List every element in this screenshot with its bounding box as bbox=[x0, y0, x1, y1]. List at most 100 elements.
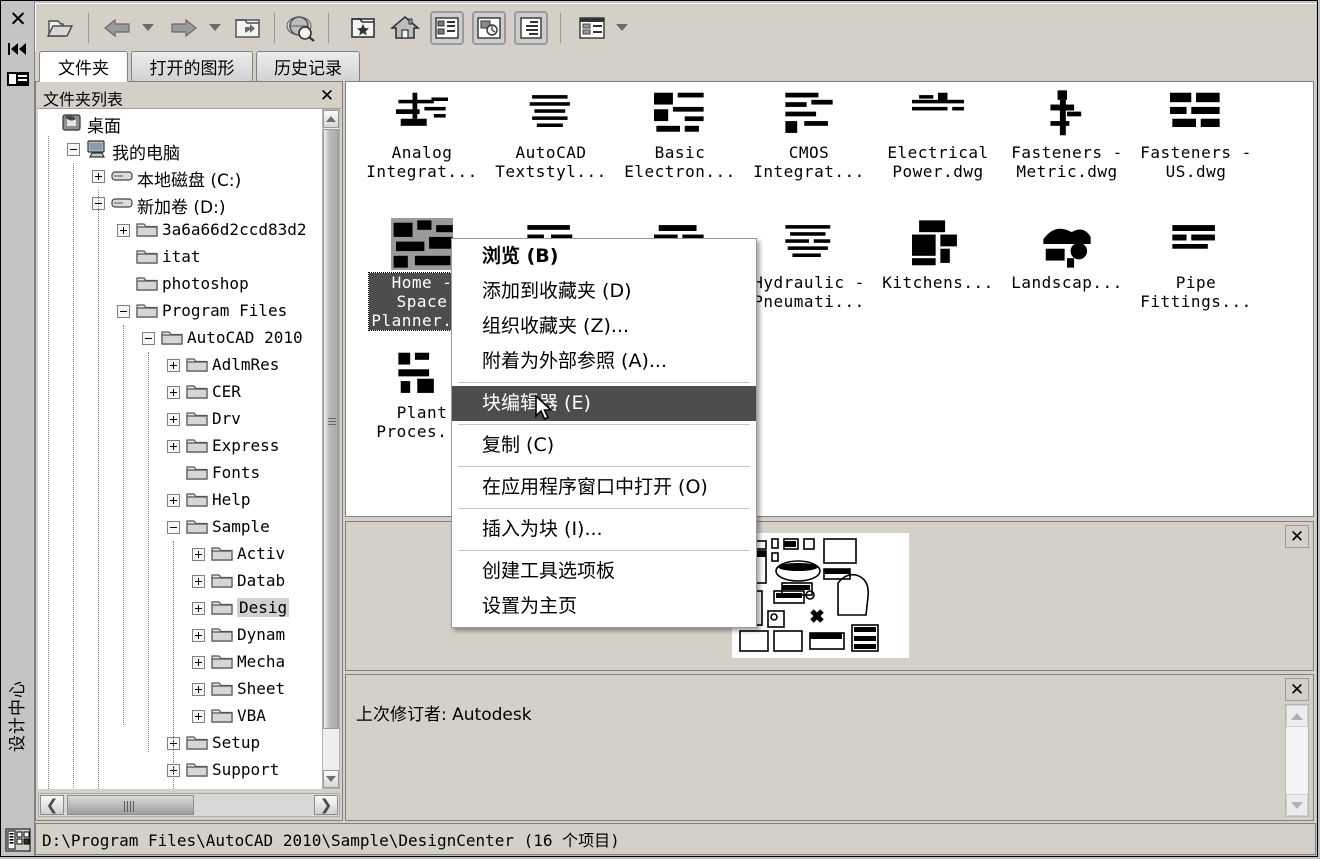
tree-item[interactable]: 本地磁盘 (C:) bbox=[38, 163, 324, 191]
tree-item[interactable]: Activ bbox=[38, 541, 324, 568]
context-menu-item[interactable]: 复制 (C) bbox=[452, 428, 756, 463]
description-scroll-up-button[interactable] bbox=[1286, 705, 1308, 727]
tree-expand-icon[interactable] bbox=[167, 494, 180, 507]
description-vertical-scrollbar[interactable] bbox=[1285, 704, 1309, 817]
tree-item[interactable]: 新加卷 (D:) bbox=[38, 190, 324, 218]
tree-item[interactable]: Datab bbox=[38, 568, 324, 595]
tab-open-drawings[interactable]: 打开的图形 bbox=[131, 51, 253, 81]
tree-expand-icon[interactable] bbox=[192, 629, 205, 642]
back-dropdown-chevron-down-icon[interactable] bbox=[142, 24, 154, 31]
preview-panel-close-button[interactable]: ✕ bbox=[1285, 525, 1309, 548]
tree-item[interactable]: AutoCAD 2010 bbox=[38, 325, 324, 352]
tree-collapse-icon[interactable] bbox=[117, 305, 130, 318]
grid-item[interactable]: Fasteners - US.dwg bbox=[1132, 88, 1260, 181]
context-menu-item[interactable]: 浏览 (B) bbox=[452, 239, 756, 274]
tree-item[interactable]: Drv bbox=[38, 406, 324, 433]
tree-item[interactable]: AdlmRes bbox=[38, 352, 324, 379]
up-one-level-button[interactable] bbox=[231, 11, 265, 45]
context-menu-item[interactable]: 设置为主页 bbox=[452, 589, 756, 624]
description-panel-close-button[interactable]: ✕ bbox=[1285, 678, 1309, 701]
tree-horizontal-scrollbar[interactable]: ❮ ❯ bbox=[38, 793, 340, 817]
tree-collapse-icon[interactable] bbox=[142, 332, 155, 345]
tree-collapse-icon[interactable] bbox=[67, 143, 80, 156]
context-menu-item[interactable]: 插入为块 (I)... bbox=[452, 512, 756, 547]
tree-expand-icon[interactable] bbox=[192, 656, 205, 669]
window-close-button[interactable]: ✕ bbox=[6, 7, 30, 31]
tree-collapse-icon[interactable] bbox=[167, 521, 180, 534]
grid-item[interactable]: Hydraulic - Pneumati... bbox=[745, 218, 873, 311]
forward-button[interactable] bbox=[167, 11, 201, 45]
grid-item[interactable]: Landscap... bbox=[1003, 218, 1131, 292]
grid-item[interactable]: Analog Integrat... bbox=[358, 88, 486, 181]
tree-expand-icon[interactable] bbox=[192, 683, 205, 696]
tree-expand-icon[interactable] bbox=[92, 170, 105, 183]
tree-item[interactable]: CER bbox=[38, 379, 324, 406]
tree-item[interactable]: itat bbox=[38, 244, 324, 271]
tree-expand-icon[interactable] bbox=[192, 548, 205, 561]
tab-history[interactable]: 历史记录 bbox=[256, 51, 360, 81]
load-button[interactable] bbox=[44, 11, 78, 45]
context-menu-item[interactable]: 块编辑器 (E) bbox=[452, 386, 756, 421]
views-button[interactable] bbox=[575, 11, 609, 45]
grid-item[interactable]: AutoCAD Textstyl... bbox=[487, 88, 615, 181]
tree-item[interactable]: Program Files bbox=[38, 298, 324, 325]
autohide-toggle-icon[interactable] bbox=[6, 37, 30, 61]
tree-expand-icon[interactable] bbox=[167, 440, 180, 453]
folder-tree[interactable]: 桌面 我的电脑 本地磁盘 (C:) 新加卷 (D:) 3a6a66d2ccd83d2 it… bbox=[38, 109, 324, 789]
tree-expand-icon[interactable] bbox=[192, 575, 205, 588]
grid-item[interactable]: Kitchens... bbox=[874, 218, 1002, 292]
tree-item[interactable]: photoshop bbox=[38, 271, 324, 298]
grid-item[interactable]: CMOS Integrat... bbox=[745, 88, 873, 181]
forward-dropdown-chevron-down-icon[interactable] bbox=[209, 24, 221, 31]
hscroll-left-button[interactable]: ❮ bbox=[40, 795, 64, 815]
context-menu[interactable]: 浏览 (B) 添加到收藏夹 (D) 组织收藏夹 (Z)... 附着为外部参照 (A).… bbox=[451, 238, 757, 628]
tree-item[interactable]: Express bbox=[38, 433, 324, 460]
designcenter-status-icon[interactable] bbox=[5, 827, 31, 853]
tree-item[interactable]: Dynam bbox=[38, 622, 324, 649]
tree-item[interactable]: 我的电脑 bbox=[38, 136, 324, 164]
tree-item[interactable]: Setup bbox=[38, 730, 324, 757]
tree-item[interactable]: Desig bbox=[38, 595, 324, 622]
tree-toggle-button[interactable] bbox=[430, 11, 464, 45]
grid-item[interactable]: Fasteners - Metric.dwg bbox=[1003, 88, 1131, 181]
grid-item[interactable]: Pipe Fittings... bbox=[1132, 218, 1260, 311]
views-dropdown-chevron-down-icon[interactable] bbox=[616, 24, 628, 31]
tree-item[interactable]: Sample bbox=[38, 514, 324, 541]
tree-item[interactable]: 桌面 bbox=[38, 109, 324, 137]
tree-item[interactable]: VBA bbox=[38, 703, 324, 730]
tree-item[interactable]: Fonts bbox=[38, 460, 324, 487]
tree-item[interactable]: 3a6a66d2ccd83d2 bbox=[38, 217, 324, 244]
tree-expand-icon[interactable] bbox=[167, 386, 180, 399]
tree-item[interactable]: Sheet bbox=[38, 676, 324, 703]
home-button[interactable] bbox=[388, 11, 422, 45]
context-menu-item[interactable]: 附着为外部参照 (A)... bbox=[452, 344, 756, 379]
tree-expand-icon[interactable] bbox=[167, 359, 180, 372]
grid-item[interactable]: Basic Electron... bbox=[616, 88, 744, 181]
tree-vertical-scrollbar[interactable] bbox=[322, 109, 340, 789]
search-button[interactable] bbox=[284, 11, 318, 45]
tree-expand-icon[interactable] bbox=[167, 413, 180, 426]
scroll-up-button[interactable] bbox=[323, 110, 339, 128]
tree-item[interactable]: Support bbox=[38, 757, 324, 784]
context-menu-item[interactable]: 创建工具选项板 bbox=[452, 554, 756, 589]
scroll-thumb[interactable] bbox=[323, 129, 339, 729]
context-menu-item[interactable]: 添加到收藏夹 (D) bbox=[452, 274, 756, 309]
tree-expand-icon[interactable] bbox=[117, 224, 130, 237]
tree-expand-icon[interactable] bbox=[192, 710, 205, 723]
back-button[interactable] bbox=[100, 11, 134, 45]
tree-expand-icon[interactable] bbox=[192, 602, 205, 615]
preview-toggle-button[interactable] bbox=[472, 11, 506, 45]
tree-item[interactable]: Help bbox=[38, 487, 324, 514]
hscroll-right-button[interactable]: ❯ bbox=[314, 795, 338, 815]
panel-menu-icon[interactable] bbox=[6, 67, 30, 91]
context-menu-item[interactable]: 在应用程序窗口中打开 (O) bbox=[452, 470, 756, 505]
favorites-button[interactable] bbox=[346, 11, 380, 45]
scroll-down-button[interactable] bbox=[323, 770, 339, 788]
grid-item[interactable]: Electrical Power.dwg bbox=[874, 88, 1002, 181]
folder-list-close-button[interactable]: ✕ bbox=[316, 85, 338, 106]
tree-item[interactable]: Mecha bbox=[38, 649, 324, 676]
hscroll-thumb[interactable] bbox=[67, 795, 194, 815]
context-menu-item[interactable]: 组织收藏夹 (Z)... bbox=[452, 309, 756, 344]
tab-folders[interactable]: 文件夹 bbox=[39, 51, 128, 82]
description-toggle-button[interactable] bbox=[514, 11, 548, 45]
